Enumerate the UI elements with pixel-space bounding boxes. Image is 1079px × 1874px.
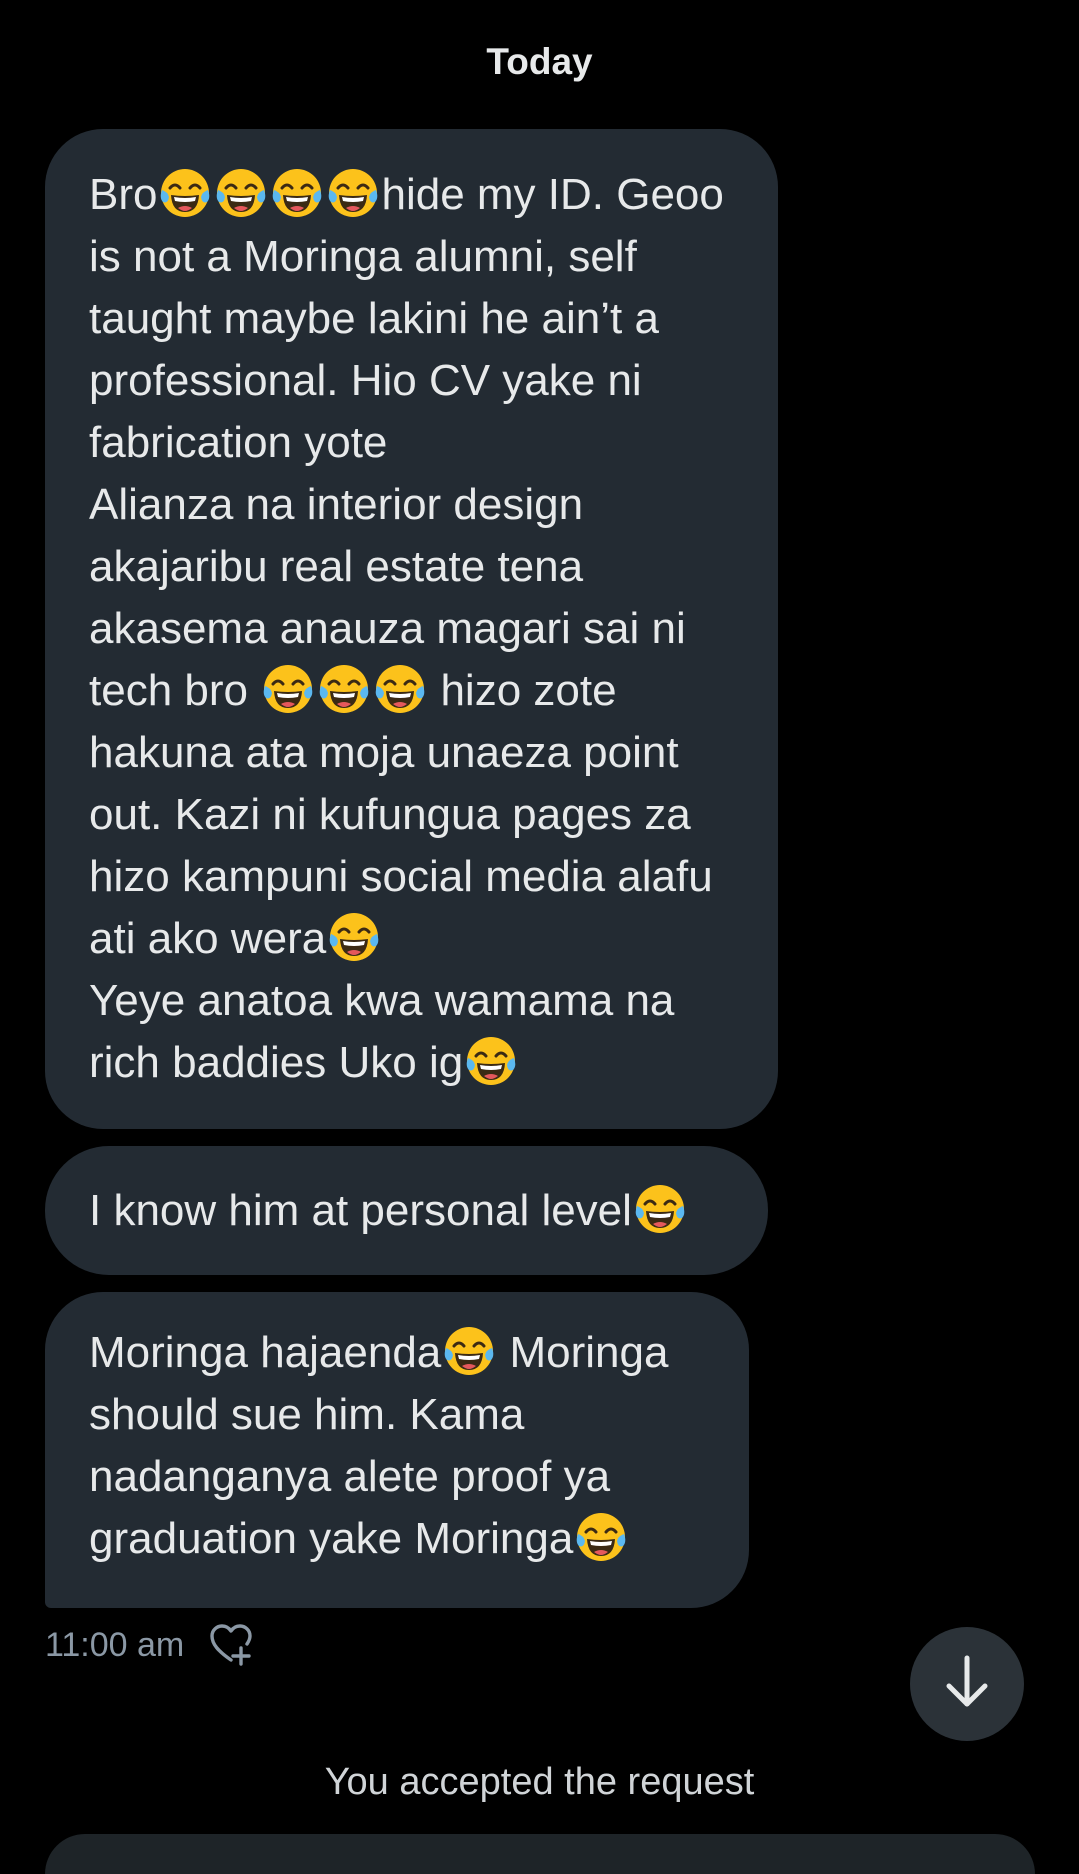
face-with-tears-of-joy-icon bbox=[444, 1327, 494, 1375]
face-with-tears-of-joy-icon bbox=[319, 665, 369, 713]
face-with-tears-of-joy-icon bbox=[375, 665, 425, 713]
message-text: Yeye anatoa kwa wamama na rich baddies U… bbox=[89, 976, 675, 1087]
message-meta: 11:00 am bbox=[45, 1620, 254, 1670]
face-with-tears-of-joy-icon bbox=[217, 169, 266, 217]
face-with-tears-of-joy-icon bbox=[329, 169, 378, 217]
face-with-tears-of-joy-icon bbox=[263, 665, 313, 713]
heart-plus-icon[interactable] bbox=[208, 1622, 254, 1668]
face-with-tears-of-joy-icon bbox=[577, 1513, 626, 1561]
date-header: Today bbox=[486, 41, 593, 82]
message-timestamp: 11:00 am bbox=[45, 1625, 185, 1664]
face-with-tears-of-joy-icon bbox=[466, 1037, 516, 1085]
face-with-tears-of-joy-icon bbox=[329, 913, 379, 961]
arrow-down-icon bbox=[943, 1654, 991, 1715]
face-with-tears-of-joy-icon bbox=[635, 1185, 685, 1233]
message-text: I know him at personal level bbox=[89, 1186, 632, 1235]
message-bubble[interactable]: Moringa hajaenda Moringa should sue him.… bbox=[45, 1292, 749, 1608]
message-bubble[interactable]: Bro hide my ID. Geoo is not a Moringa alu… bbox=[45, 129, 778, 1129]
message-bubble[interactable]: I know him at personal level bbox=[45, 1146, 768, 1275]
face-with-tears-of-joy-icon bbox=[273, 169, 322, 217]
next-message-bubble-edge bbox=[45, 1834, 1035, 1874]
scroll-to-bottom-button[interactable] bbox=[910, 1627, 1024, 1741]
message-text: Bro bbox=[89, 170, 158, 219]
message-text: hide my ID. Geoo is not a Moringa alumni… bbox=[89, 170, 724, 715]
system-note: You accepted the request bbox=[324, 1761, 755, 1803]
message-text: Moringa hajaenda bbox=[89, 1328, 442, 1377]
face-with-tears-of-joy-icon bbox=[161, 169, 210, 217]
